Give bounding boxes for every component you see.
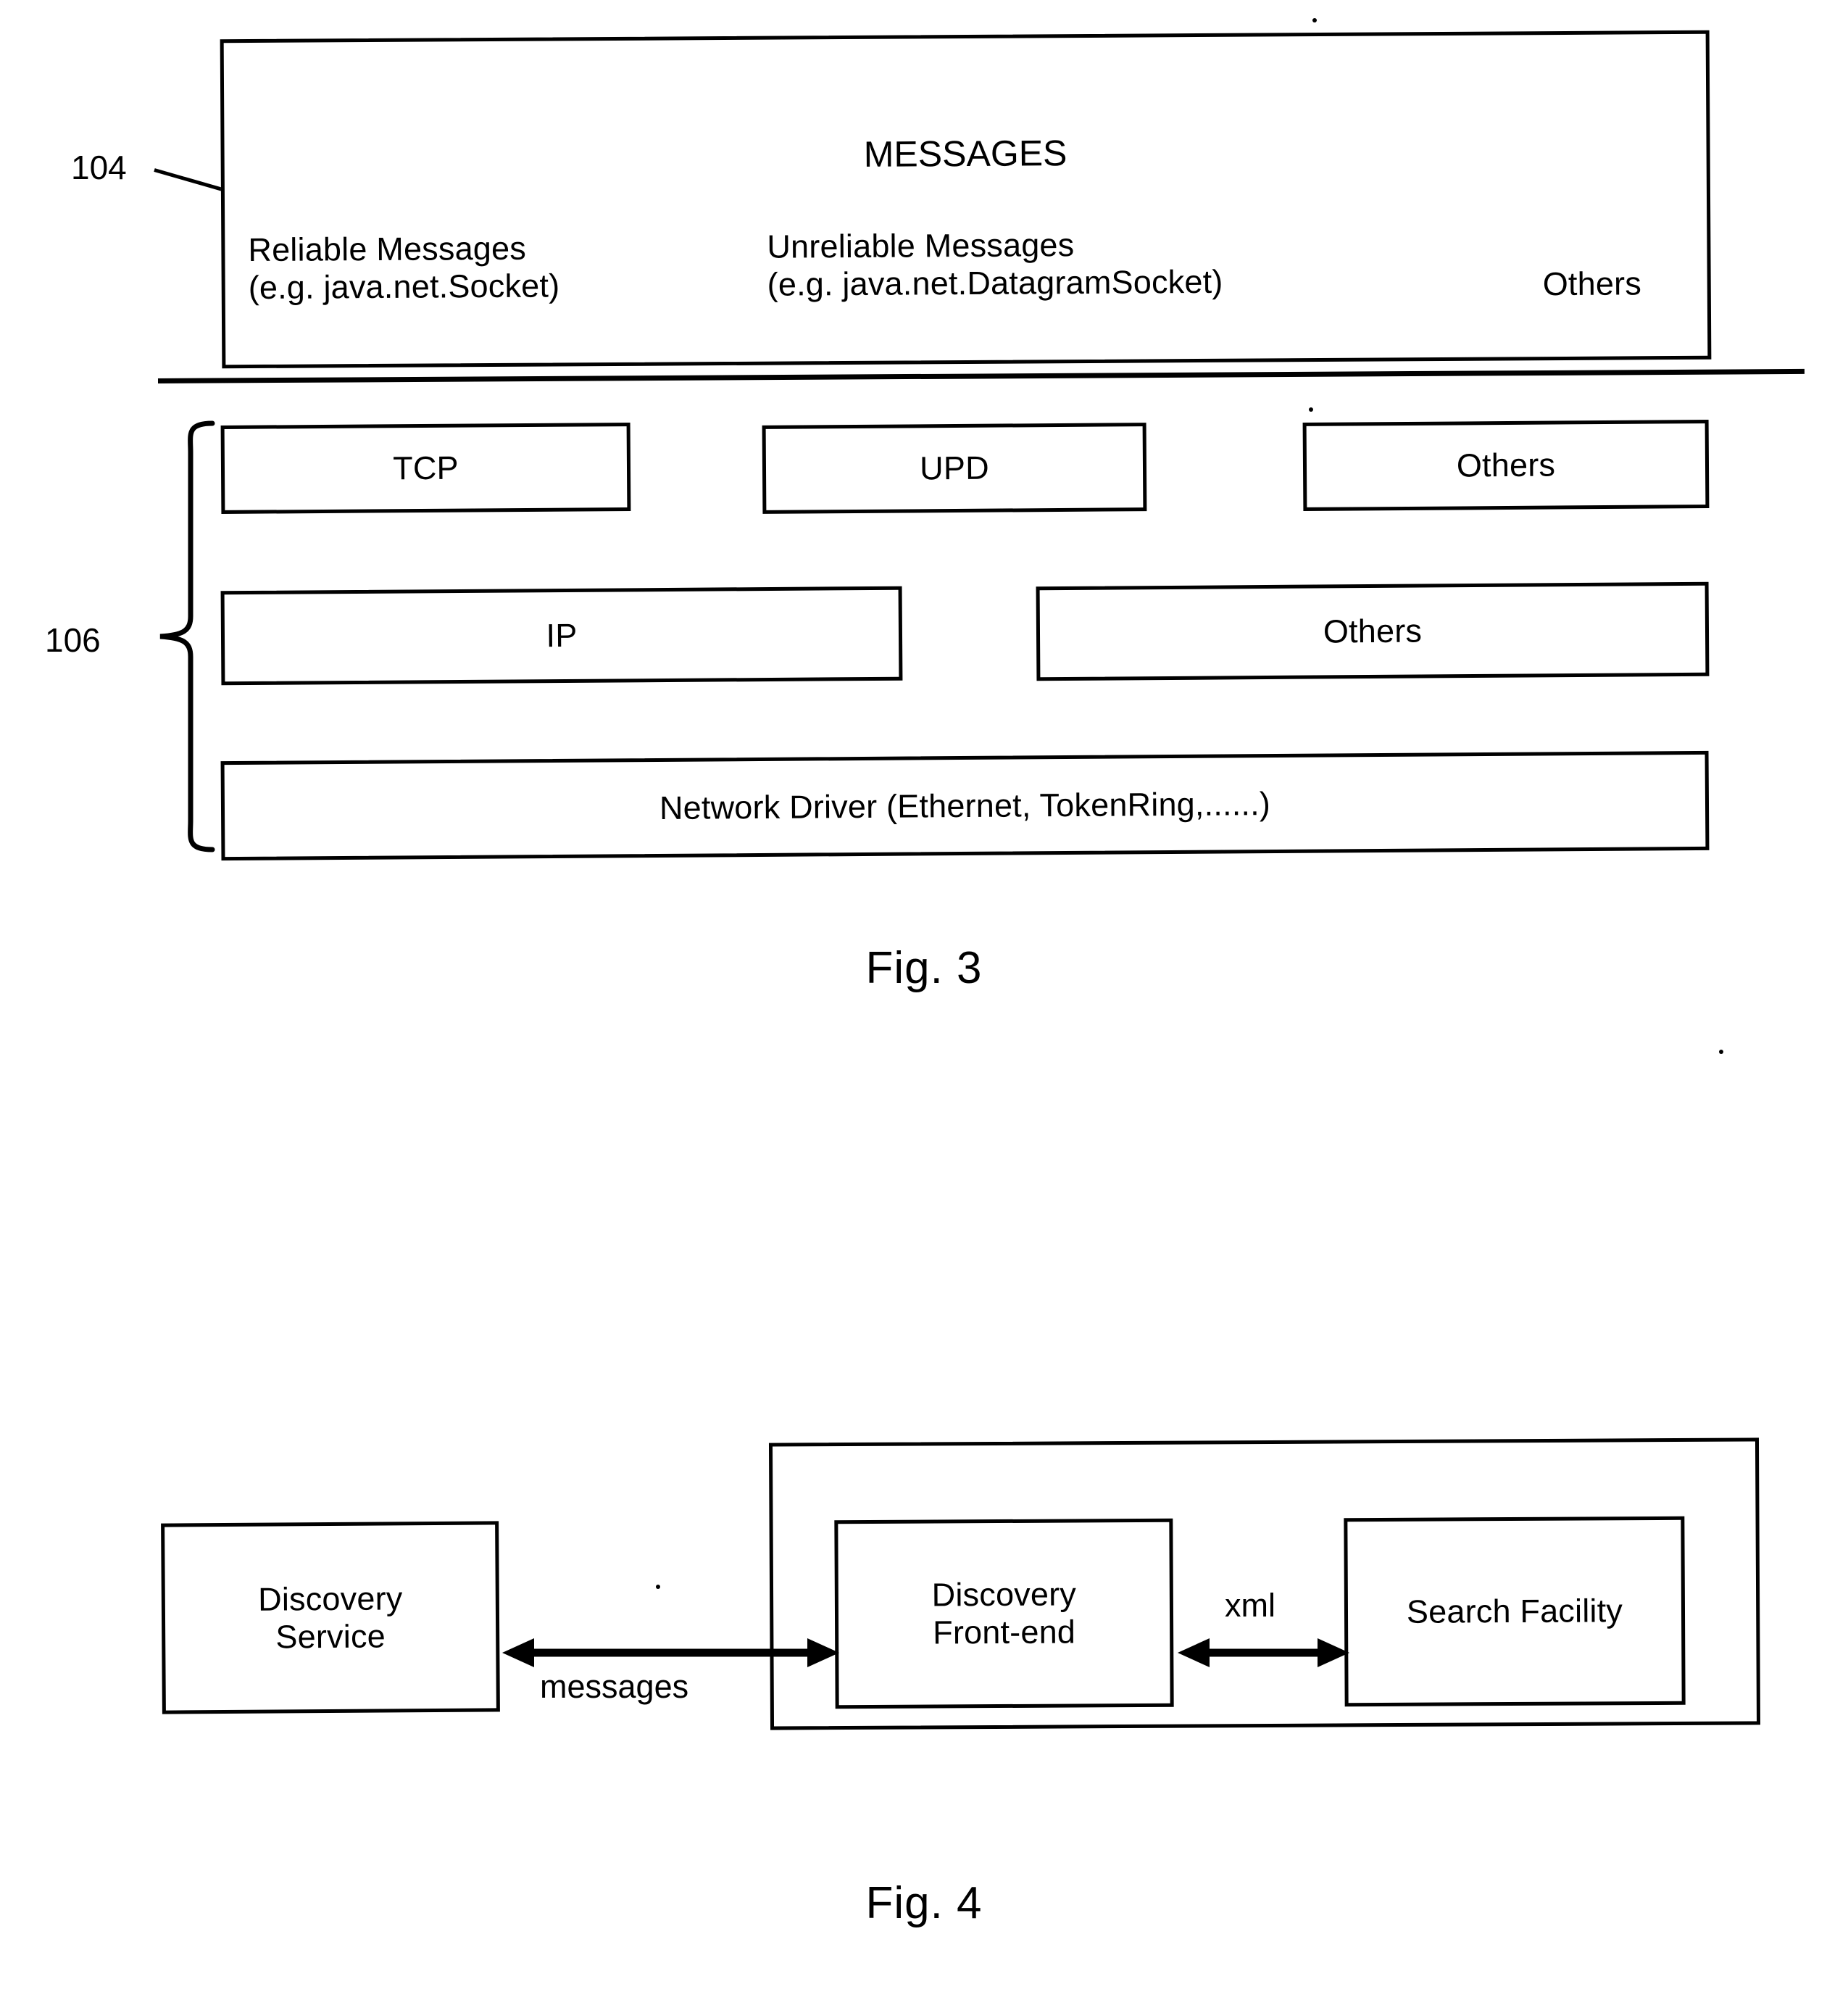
scan-speck [1312,18,1317,22]
scan-speck [1719,1050,1723,1054]
reliable-messages-line2: (e.g. java.net.Socket) [248,267,560,306]
figure-3-caption: Fig. 3 [865,943,983,993]
box-others-transport-label: Others [1456,446,1556,484]
others-messages-label: Others [1542,265,1642,303]
box-tcp: TCP [220,423,631,514]
unreliable-messages-line1: Unreliable Messages [767,226,1075,265]
reliable-messages-entry: Reliable Messages (e.g. java.net.Socket) [248,228,712,306]
box-ip-label: IP [546,616,578,655]
reliable-messages-line1: Reliable Messages [248,229,527,269]
brace-106 [154,419,216,854]
box-discovery-service-line1: Discovery [257,1580,403,1618]
messages-layer-title: MESSAGES [863,133,1067,175]
box-discovery-front-end-line1: Discovery [931,1575,1077,1614]
box-discovery-front-end: Discovery Front-end [834,1518,1174,1709]
leader-line-104 [154,168,228,193]
unreliable-messages-line2: (e.g. java.net.DatagramSocket) [767,262,1223,303]
unreliable-messages-entry: Unreliable Messages (e.g. java.net.Datag… [767,224,1420,303]
box-ip: IP [220,586,903,686]
others-messages-entry: Others [1543,265,1717,303]
figure-4: Discovery Service Discovery Front-end Sear… [0,1377,1848,1992]
layer-separator-rule [157,368,1805,383]
box-discovery-service-line2: Service [275,1617,386,1656]
scan-speck [1309,407,1313,412]
box-others-network: Others [1036,581,1710,681]
xml-arrow [1178,1635,1349,1671]
box-others-network-label: Others [1323,612,1423,650]
box-search-facility: Search Facility [1344,1516,1686,1707]
box-tcp-label: TCP [393,449,459,487]
reference-numeral-106: 106 [45,621,101,659]
xml-arrow-label: xml [1225,1587,1275,1624]
box-network-driver-label: Network Driver (Ethernet, TokenRing,....… [659,784,1271,826]
scan-speck [656,1585,660,1589]
box-discovery-front-end-label: Discovery Front-end [932,1576,1077,1652]
box-discovery-service: Discovery Service [161,1521,500,1714]
box-upd-label: UPD [920,449,989,487]
patent-drawing-sheet: 104 MESSAGES Reliable Messages (e.g. jav… [0,0,1848,1992]
box-network-driver: Network Driver (Ethernet, TokenRing,....… [220,750,1710,861]
box-search-facility-label: Search Facility [1406,1592,1623,1630]
box-discovery-service-label: Discovery Service [258,1580,403,1656]
messages-arrow [502,1635,839,1671]
messages-layer-box: MESSAGES Reliable Messages (e.g. java.ne… [220,30,1712,369]
box-discovery-front-end-line2: Front-end [933,1613,1076,1651]
reference-numeral-104: 104 [71,149,127,186]
box-upd: UPD [762,423,1147,514]
figure-4-caption: Fig. 4 [865,1878,983,1928]
figure-3: 104 MESSAGES Reliable Messages (e.g. jav… [0,0,1848,1058]
messages-arrow-label: messages [540,1668,689,1705]
box-others-transport: Others [1302,420,1710,511]
